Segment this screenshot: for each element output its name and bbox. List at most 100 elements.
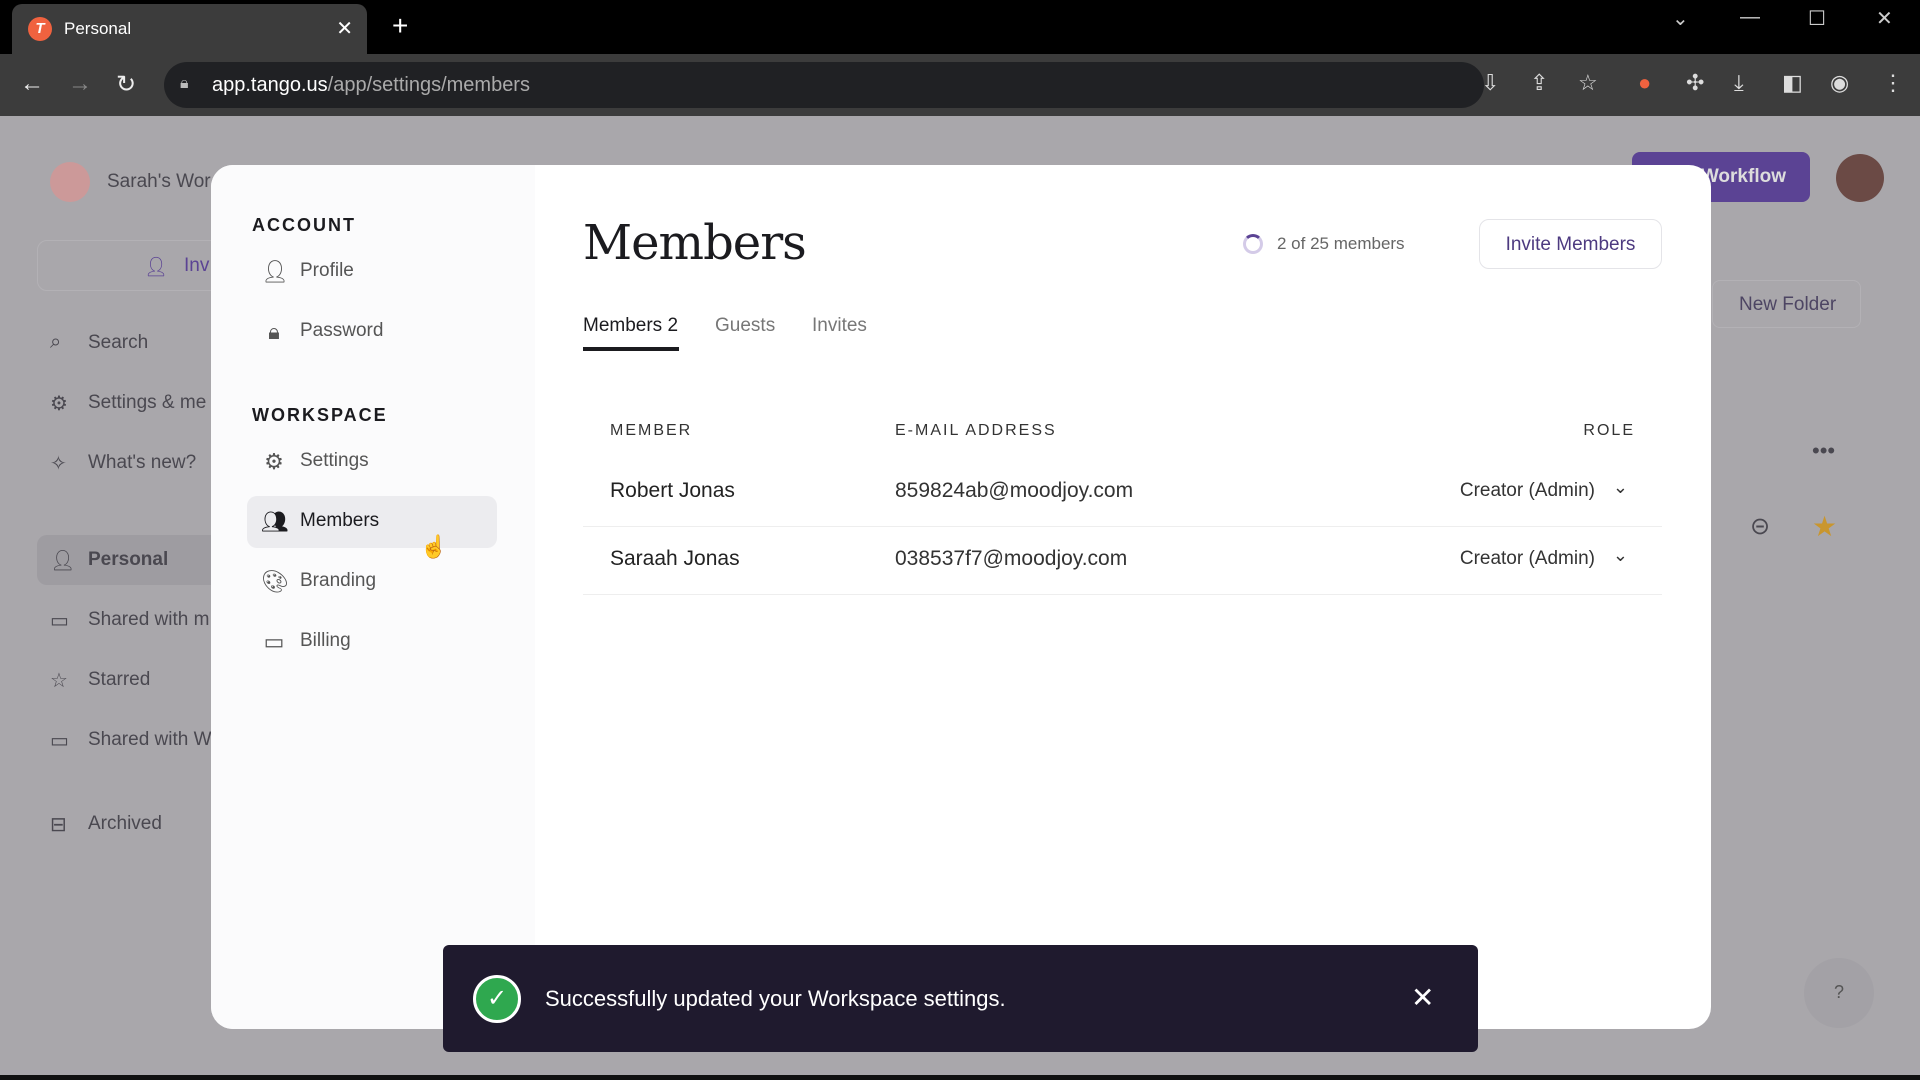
member-email: 038537f7@moodjoy.com [895, 547, 1128, 570]
bg-nav-item[interactable]: What's new? [88, 452, 196, 474]
credit-card-icon: ▭ [263, 629, 285, 654]
table-row: Robert Jonas 859824ab@moodjoy.com Creato… [583, 459, 1662, 527]
close-toast-icon[interactable]: ✕ [1411, 981, 1434, 1014]
sidebar-item-branding[interactable]: 🎨︎ Branding [247, 556, 497, 608]
new-folder-button[interactable]: New Folder [1712, 280, 1861, 328]
menu-icon[interactable]: ⋮ [1882, 70, 1904, 96]
minimize-icon[interactable]: — [1740, 6, 1760, 29]
workspace-avatar[interactable] [50, 162, 90, 202]
side-panel-icon[interactable]: ◧ [1782, 70, 1803, 96]
lock-icon: 🔒︎ [180, 75, 189, 92]
close-window-icon[interactable]: ✕ [1876, 6, 1893, 31]
downloads-icon[interactable]: ⤓ [1734, 70, 1744, 96]
workspace-heading: WORKSPACE [252, 405, 388, 425]
settings-modal: ACCOUNT 👤︎ Profile 🔒︎ Password WORKSPACE ⚙… [211, 165, 1711, 1029]
reload-icon[interactable]: ↻ [116, 70, 136, 99]
toast-message: Successfully updated your Workspace sett… [545, 986, 1006, 1011]
close-tab-icon[interactable]: ✕ [336, 16, 353, 41]
user-avatar[interactable] [1836, 154, 1884, 202]
help-button[interactable]: ? [1804, 958, 1874, 1028]
lock-icon: 🔒︎ [268, 319, 280, 344]
tab-members[interactable]: Members 2 [583, 315, 678, 337]
search-icon: ⌕ [50, 331, 62, 353]
member-email: 859824ab@moodjoy.com [895, 479, 1134, 502]
bookmark-star-icon[interactable]: ☆ [1578, 70, 1598, 96]
profile-icon[interactable]: ◉ [1830, 70, 1849, 96]
sidebar-item-billing[interactable]: ▭ Billing [247, 616, 497, 668]
tango-extension-icon[interactable]: ● [1638, 70, 1651, 96]
success-toast: ✓ Successfully updated your Workspace se… [443, 945, 1478, 1052]
browser-toolbar: ← → ↻ 🔒︎ app.tango.us/app/settings/membe… [0, 54, 1920, 116]
settings-label: Settings [300, 450, 369, 471]
member-name: Robert Jonas [610, 479, 735, 502]
mouse-cursor-icon: ☝ [420, 534, 448, 559]
url-host: app.tango.us [212, 74, 328, 96]
sidebar-item-password[interactable]: 🔒︎ Password [247, 306, 497, 358]
workspace-name[interactable]: Sarah's Wor [107, 171, 211, 193]
palette-icon: 🎨︎ [261, 569, 289, 594]
archive-icon: ⊟ [50, 814, 67, 836]
chevron-down-icon[interactable]: ⌄ [1613, 545, 1628, 566]
check-circle-icon: ✓ [473, 975, 521, 1023]
address-bar[interactable]: 🔒︎ app.tango.us/app/settings/members [164, 62, 1484, 108]
workflow-label: Workflow [1700, 166, 1786, 187]
gear-icon: ⚙ [50, 393, 68, 415]
member-count: 2 of 25 members [1277, 234, 1405, 253]
invite-button-bg[interactable]: 👤︎ Inv [37, 240, 237, 291]
new-tab-icon[interactable]: + [392, 10, 408, 42]
bg-nav-item[interactable]: Archived [88, 813, 162, 835]
bg-nav-item[interactable]: Shared with W [88, 729, 212, 751]
settings-sidebar: ACCOUNT 👤︎ Profile 🔒︎ Password WORKSPACE ⚙… [211, 165, 535, 1029]
tab-search-icon[interactable]: ⌄ [1672, 6, 1689, 31]
bg-nav-item[interactable]: Settings & me [88, 392, 206, 414]
url-text: app.tango.us/app/settings/members [212, 74, 530, 97]
link-icon[interactable]: ⊝ [1750, 512, 1770, 541]
bottom-edge [0, 1075, 1920, 1080]
invite-members-label: Invite Members [1505, 234, 1636, 255]
sidebar-item-members[interactable]: 👥︎ Members [247, 496, 497, 548]
folder-icon: ▭ [50, 730, 69, 752]
group-icon: 👥︎ [261, 509, 289, 534]
page-title: Members [583, 215, 807, 271]
sidebar-item-settings[interactable]: ⚙ Settings [247, 436, 497, 488]
new-folder-label: New Folder [1739, 294, 1837, 315]
chevron-down-icon[interactable]: ⌄ [1613, 477, 1628, 498]
person-icon: 👤︎ [261, 259, 289, 284]
person-icon: 👤︎ [50, 550, 76, 572]
help-icon: ? [1834, 982, 1845, 1002]
back-icon[interactable]: ← [20, 70, 44, 98]
role-select[interactable]: Creator (Admin) [1460, 548, 1595, 570]
share-icon[interactable]: ⇪ [1530, 70, 1548, 96]
star-icon: ☆ [50, 670, 68, 692]
bg-nav-item[interactable]: Search [88, 332, 148, 354]
extensions-icon[interactable]: ✣ [1686, 70, 1704, 96]
folder-icon: ▭ [50, 610, 69, 632]
bg-nav-item[interactable]: Starred [88, 669, 150, 691]
bg-nav-item[interactable]: Personal [88, 549, 168, 571]
password-label: Password [300, 320, 384, 341]
role-select[interactable]: Creator (Admin) [1460, 480, 1595, 502]
header-email: E-MAIL ADDRESS [895, 422, 1057, 439]
forward-icon[interactable]: → [68, 70, 92, 98]
table-row: Saraah Jonas 038537f7@moodjoy.com Creato… [583, 527, 1662, 595]
tab-guests[interactable]: Guests [715, 315, 775, 337]
active-tab-underline [583, 347, 679, 351]
more-options-icon[interactable]: ••• [1812, 438, 1835, 464]
header-member: MEMBER [610, 422, 693, 439]
gear-icon: ⚙ [264, 449, 284, 474]
browser-tab-bar: T Personal ✕ + ⌄ — ☐ ✕ [0, 0, 1920, 54]
sidebar-item-profile[interactable]: 👤︎ Profile [247, 246, 497, 298]
maximize-icon[interactable]: ☐ [1808, 6, 1826, 31]
profile-label: Profile [300, 260, 354, 281]
invite-user-icon: 👤︎ [144, 257, 169, 278]
bg-nav-item[interactable]: Shared with m [88, 609, 209, 631]
starred-icon[interactable]: ★ [1812, 510, 1837, 543]
billing-label: Billing [300, 630, 351, 651]
member-name: Saraah Jonas [610, 547, 740, 570]
install-icon[interactable]: ⇩ [1481, 70, 1499, 96]
browser-tab[interactable]: T Personal ✕ [12, 4, 367, 54]
tab-invites[interactable]: Invites [812, 315, 867, 337]
tab-title: Personal [64, 19, 132, 38]
invite-members-button[interactable]: Invite Members [1479, 219, 1662, 269]
account-heading: ACCOUNT [252, 215, 356, 235]
